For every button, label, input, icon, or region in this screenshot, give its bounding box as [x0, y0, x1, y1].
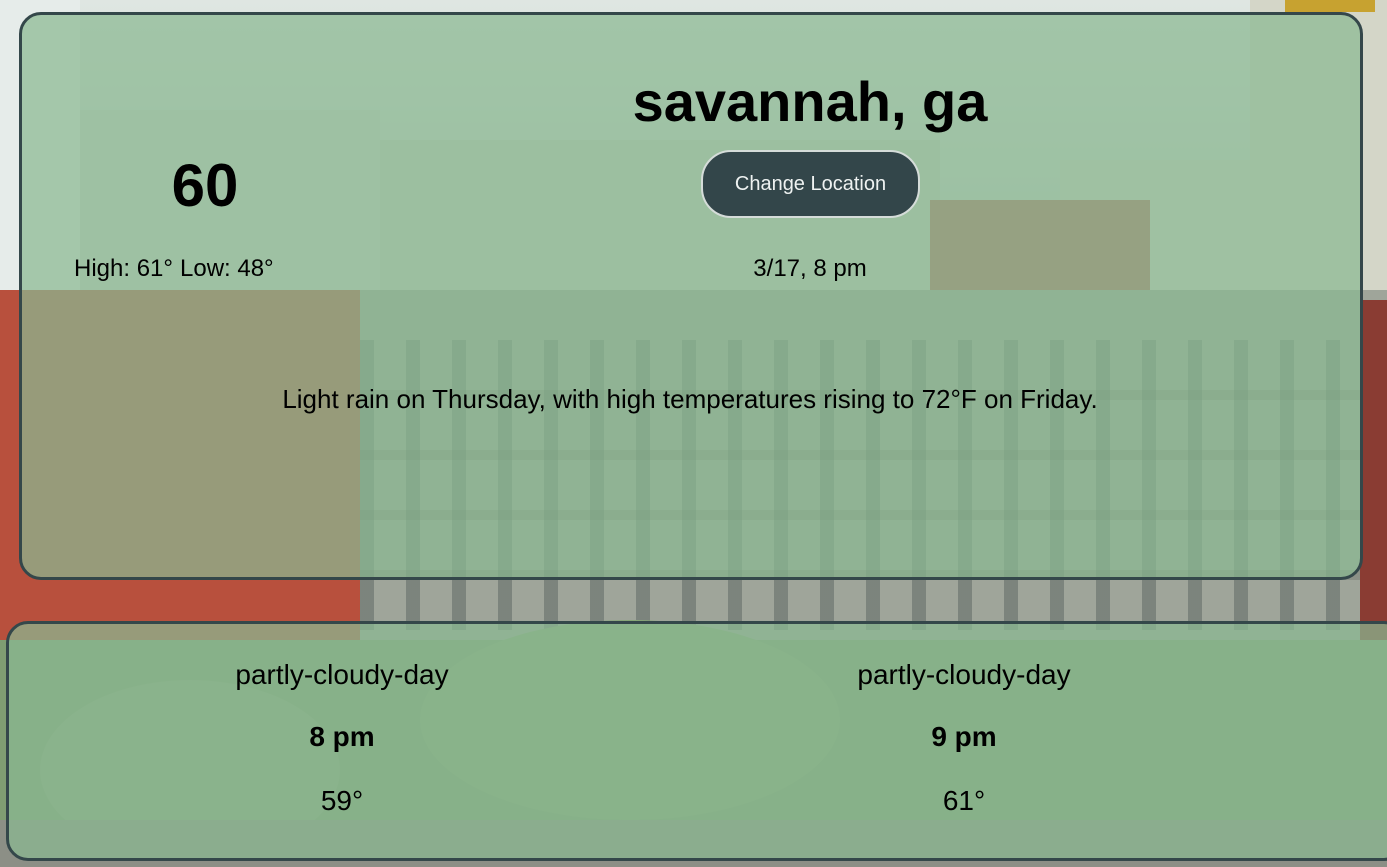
hourly-time: 9 pm — [931, 721, 997, 752]
change-location-button[interactable]: Change Location — [701, 150, 920, 218]
hourly-condition: partly-cloudy-day — [857, 659, 1071, 690]
hourly-condition: partly-cloudy-day — [235, 659, 449, 690]
current-datetime: 3/17, 8 pm — [753, 255, 867, 282]
high-temperature: High: 61° — [74, 255, 173, 282]
low-temperature: Low: 48° — [180, 255, 274, 282]
background-brick-building — [1360, 300, 1387, 640]
hourly-item: partly-cloudy-day 9 pm 61° — [764, 655, 1164, 821]
high-low-temperatures: High: 61° Low: 48° — [74, 255, 274, 283]
hourly-temperature: 59° — [320, 785, 364, 816]
hourly-temperature: 61° — [942, 785, 986, 816]
current-temperature: 60 — [171, 152, 239, 219]
hourly-item: partly-cloudy-day 8 pm 59° — [142, 655, 542, 821]
forecast-summary: Light rain on Thursday, with high temper… — [282, 384, 1098, 414]
hourly-time: 8 pm — [309, 721, 375, 752]
background-tower-top — [1285, 0, 1375, 12]
location-title: savannah, ga — [632, 70, 988, 133]
